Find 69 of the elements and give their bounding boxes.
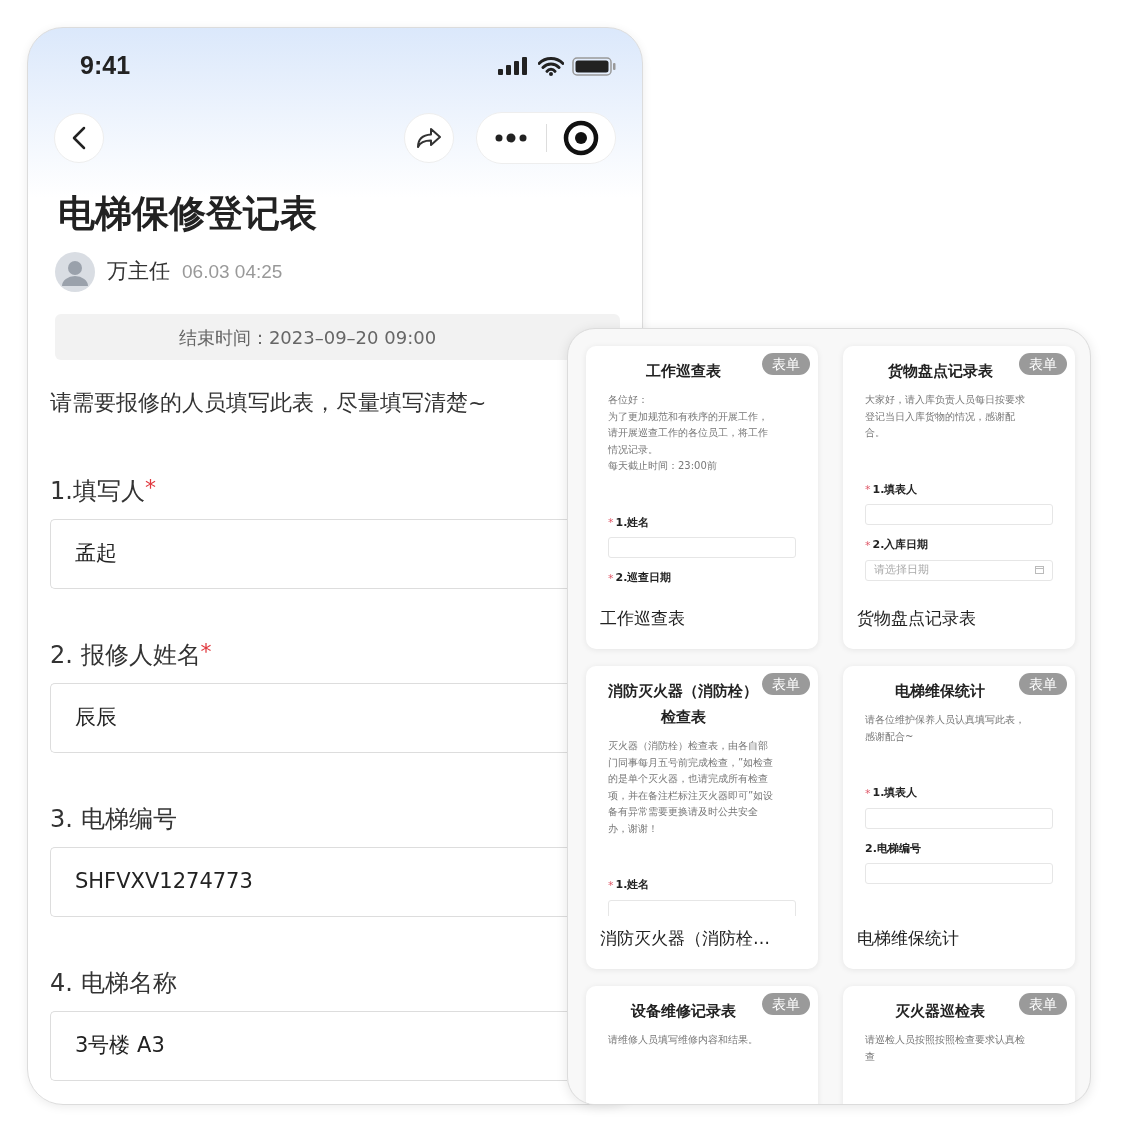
form-intro: 请需要报修的人员填写此表，尽量填写清楚~: [50, 389, 487, 417]
author-name: 万主任: [107, 258, 170, 286]
field-label: 1.姓名: [615, 877, 650, 893]
required-mark: *: [865, 787, 871, 799]
end-time-bar: 结束时间：2023–09–20 09:00: [55, 314, 620, 360]
field-label: 2.巡查日期: [615, 570, 672, 586]
template-title: 设备维修记录表: [630, 1001, 736, 1022]
template-name: 消防灭火器（消防栓…: [599, 927, 771, 950]
template-name: 货物盘点记录表: [856, 607, 977, 630]
chevron-left-icon: [72, 126, 86, 150]
share-button[interactable]: [404, 113, 454, 163]
template-title: 消防灭火器（消防栓）检查表: [608, 681, 758, 728]
answer-field[interactable]: 孟起: [50, 519, 567, 589]
template-title: 工作巡查表: [645, 361, 721, 382]
form-badge: 表单: [1019, 993, 1067, 1015]
required-mark: *: [865, 539, 871, 551]
calendar-icon: [1035, 566, 1044, 574]
template-description: 大家好，请入库负责人员每日按要求 登记当日入库货物的情况，感谢配 合。: [865, 393, 1026, 440]
template-description: 灭火器（消防栓）检查表，由各自部 门同事每月五号前完成检查，”如检查 的是单个灭火器，也请完成所有检查 项，并在备注栏标注灭火器即可”如设 备有异常需要更换请及时公共安全 办，谢谢！: [608, 739, 775, 836]
answer-field[interactable]: SHFVXV1274773: [50, 847, 567, 917]
back-button[interactable]: [54, 113, 104, 163]
required-mark: *: [144, 475, 156, 501]
question-label: 1.填写人: [50, 476, 145, 507]
form-badge: 表单: [1019, 673, 1067, 695]
template-card[interactable]: 货物盘点记录表 表单 大家好，请入库负责人员每日按要求 登记当日入库货物的情况，感谢配 合。 * 1.填表人 * 2.入库日期 请选择日期 货物盘点记录表: [843, 346, 1075, 649]
question-label: 4. 电梯名称: [50, 968, 177, 999]
battery-icon: [572, 56, 616, 76]
template-title: 电梯维保统计: [895, 681, 985, 702]
required-mark: *: [608, 572, 614, 584]
form-badge: 表单: [762, 673, 810, 695]
question-label: 3. 电梯编号: [50, 804, 177, 835]
more-icon: [495, 133, 528, 143]
template-card[interactable]: 灭火器巡检表 表单 请巡检人员按照按照检查要求认真检 查: [843, 986, 1075, 1104]
signal-icon: [498, 57, 530, 75]
template-card[interactable]: 电梯维保统计 表单 请各位维护保养人员认真填写此表， 感谢配合~ * 1.填表人 2.电梯编号 电梯维保统计: [843, 666, 1075, 969]
required-mark: *: [865, 484, 871, 496]
target-icon: [562, 120, 599, 156]
field-label: 2.电梯编号: [865, 840, 921, 857]
template-card[interactable]: 工作巡查表 表单 各位好： 为了更加规范和有秩序的开展工作， 请开展巡查工作的各位员工，将工作 情况记录。 每天截止时间：23:00前 * 1.姓名 * 2.巡查日期 工作巡查表: [586, 346, 818, 649]
required-mark: *: [608, 879, 614, 891]
wifi-icon: [538, 56, 564, 76]
template-description: 请巡检人员按照按照检查要求认真检 查: [865, 1033, 1026, 1064]
share-icon: [416, 127, 442, 149]
field-label: 1.填表人: [872, 481, 918, 498]
template-name: 工作巡查表: [599, 607, 686, 630]
answer-field[interactable]: 辰辰: [50, 683, 567, 753]
template-description: 请维修人员填写维修内容和结果。: [608, 1033, 759, 1047]
field-label: 1.姓名: [615, 514, 650, 531]
template-title: 灭火器巡检表: [895, 1001, 985, 1022]
template-description: 各位好： 为了更加规范和有秩序的开展工作， 请开展巡查工作的各位员工，将工作 情况记录。 每天截止时间：23:00前: [608, 393, 769, 473]
required-mark: *: [608, 517, 614, 529]
required-mark: *: [200, 639, 212, 665]
field-label: 1.填表人: [872, 785, 918, 801]
status-time: 9:41: [80, 50, 131, 82]
question-label: 2. 报修人姓名: [50, 640, 201, 671]
template-description: 请各位维护保养人员认真填写此表， 感谢配合~: [865, 713, 1026, 744]
form-title: 电梯保修登记表: [57, 191, 318, 237]
answer-field[interactable]: 3号楼 A3: [50, 1011, 567, 1081]
template-card[interactable]: 消防灭火器（消防栓）检查表 表单 灭火器（消防栓）检查表，由各自部 门同事每月五号前完成检查，”如检查 的是单个灭火器，也请完成所有检查 项，并在备注栏标注灭火器即可”如设 备有异常需要更换请及时公共安全 办，谢谢！ * 1.姓名 消防灭火器（消防栓…: [586, 666, 818, 969]
post-time: 06.03 04:25: [182, 259, 283, 284]
form-badge: 表单: [762, 993, 810, 1015]
template-title: 货物盘点记录表: [887, 361, 993, 382]
form-badge: 表单: [762, 353, 810, 375]
field-label: 2.入库日期: [872, 537, 929, 553]
template-name: 电梯维保统计: [856, 927, 960, 950]
date-placeholder: 请选择日期: [874, 561, 929, 578]
avatar-icon: [55, 252, 95, 292]
template-card[interactable]: 设备维修记录表 表单 请维修人员填写维修内容和结果。: [586, 986, 818, 1104]
form-badge: 表单: [1019, 353, 1067, 375]
